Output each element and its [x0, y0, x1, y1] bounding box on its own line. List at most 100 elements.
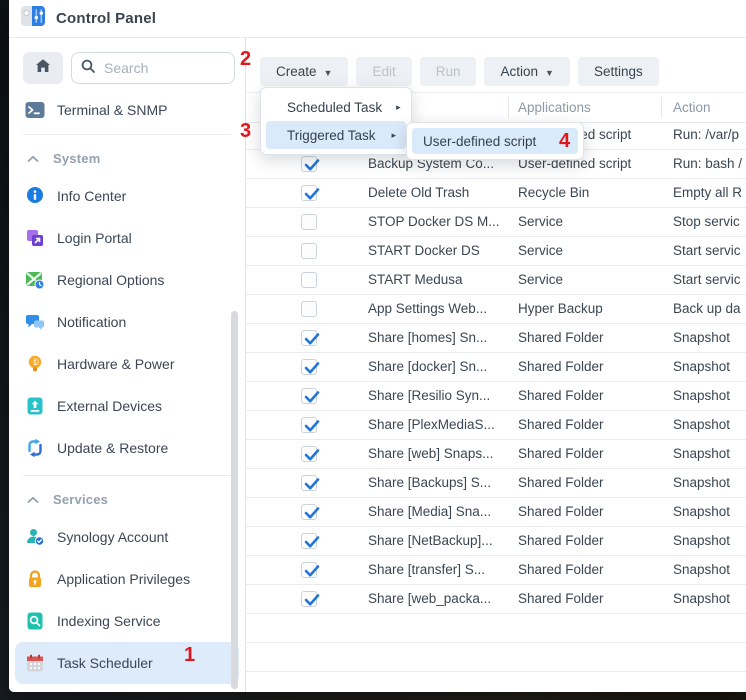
- sidebar-item-hardware-power[interactable]: 1Hardware & Power: [15, 343, 239, 385]
- table-row[interactable]: App Settings Web...Hyper BackupBack up d…: [246, 295, 746, 324]
- task-name-cell: Share [Resilio Syn...: [368, 382, 490, 410]
- task-enabled-checkbox[interactable]: [301, 272, 317, 288]
- task-name-cell: Share [web_packa...: [368, 585, 491, 613]
- annotation-number-2: 2: [240, 48, 251, 71]
- chevron-up-icon: [27, 492, 41, 507]
- button-label: Run: [436, 64, 461, 79]
- task-enabled-checkbox[interactable]: [301, 533, 317, 549]
- task-action-cell: Snapshot: [673, 498, 730, 526]
- search-icon: [80, 58, 96, 79]
- sidebar-item-external-devices[interactable]: External Devices: [15, 385, 239, 427]
- home-button[interactable]: [23, 52, 63, 84]
- sidebar-item-label: Synology Account: [57, 529, 168, 545]
- task-application-cell: Shared Folder: [518, 498, 604, 526]
- sidebar-item-login-portal[interactable]: Login Portal: [15, 217, 239, 259]
- sidebar-item-label: Task Scheduler: [57, 655, 153, 671]
- table-row[interactable]: Share [transfer] S...Shared FolderSnapsh…: [246, 556, 746, 585]
- annotation-number-1: 1: [184, 644, 195, 667]
- annotation-number-3: 3: [240, 120, 251, 143]
- table-row[interactable]: Share [web_packa...Shared FolderSnapshot: [246, 585, 746, 614]
- task-action-cell: Snapshot: [673, 382, 730, 410]
- task-action-cell: Stop servic: [673, 208, 740, 236]
- window-header: Control Panel: [9, 0, 746, 38]
- task-enabled-checkbox[interactable]: [301, 185, 317, 201]
- task-action-cell: Snapshot: [673, 556, 730, 584]
- sidebar-item-info-center[interactable]: Info Center: [15, 175, 239, 217]
- task-application-cell: Shared Folder: [518, 556, 604, 584]
- sidebar-scrollbar[interactable]: [231, 311, 238, 689]
- task-action-cell: Snapshot: [673, 527, 730, 555]
- table-row[interactable]: Share [homes] Sn...Shared FolderSnapshot: [246, 324, 746, 353]
- menu-item-triggered-task[interactable]: Triggered Task▸: [266, 121, 406, 149]
- task-enabled-checkbox[interactable]: [301, 562, 317, 578]
- sidebar-item-update-restore[interactable]: Update & Restore: [15, 427, 239, 469]
- task-application-cell: Shared Folder: [518, 527, 604, 555]
- table-row[interactable]: STOP Docker DS M...ServiceStop servic: [246, 208, 746, 237]
- task-action-cell: Snapshot: [673, 469, 730, 497]
- sidebar-item-terminal-snmp[interactable]: Terminal & SNMP: [15, 92, 239, 128]
- search-input[interactable]: [102, 59, 226, 77]
- action-button[interactable]: Action▼: [484, 57, 569, 86]
- sidebar-section-services[interactable]: Services: [15, 482, 239, 516]
- task-enabled-checkbox[interactable]: [301, 156, 317, 172]
- sidebar-section-system[interactable]: System: [15, 141, 239, 175]
- table-row[interactable]: Share [Resilio Syn...Shared FolderSnapsh…: [246, 382, 746, 411]
- table-row[interactable]: Delete Old TrashRecycle BinEmpty all R: [246, 179, 746, 208]
- task-enabled-checkbox[interactable]: [301, 388, 317, 404]
- task-enabled-checkbox[interactable]: [301, 301, 317, 317]
- sidebar-item-application-privileges[interactable]: Application Privileges: [15, 558, 239, 600]
- task-application-cell: Service: [518, 266, 563, 294]
- menu-item-label: Scheduled Task: [287, 100, 382, 115]
- menu-item-user-defined-script[interactable]: User-defined script: [412, 128, 578, 154]
- external-drive-icon: [25, 396, 45, 416]
- sidebar-item-indexing-service[interactable]: Indexing Service: [15, 600, 239, 642]
- sidebar-item-notification[interactable]: Notification: [15, 301, 239, 343]
- table-row[interactable]: START MedusaServiceStart servic: [246, 266, 746, 295]
- column-header-applications[interactable]: Applications: [518, 93, 591, 122]
- task-enabled-checkbox[interactable]: [301, 330, 317, 346]
- task-enabled-checkbox[interactable]: [301, 591, 317, 607]
- task-scheduler-pane: Create▼ Edit Run Action▼ Settings Applicatio…: [246, 38, 746, 692]
- menu-item-scheduled-task[interactable]: Scheduled Task▸: [266, 93, 406, 121]
- task-enabled-checkbox[interactable]: [301, 359, 317, 375]
- table-row[interactable]: Share [web] Snaps...Shared FolderSnapsho…: [246, 440, 746, 469]
- sync-arrows-icon: [25, 438, 45, 458]
- sidebar-item-synology-account[interactable]: Synology Account: [15, 516, 239, 558]
- create-button[interactable]: Create▼: [260, 57, 348, 86]
- table-row[interactable]: Share [Media] Sna...Shared FolderSnapsho…: [246, 498, 746, 527]
- task-enabled-checkbox[interactable]: [301, 243, 317, 259]
- edit-button: Edit: [356, 57, 411, 86]
- task-enabled-checkbox[interactable]: [301, 446, 317, 462]
- task-name-cell: Delete Old Trash: [368, 179, 469, 207]
- table-row[interactable]: Share [Backups] S...Shared FolderSnapsho…: [246, 469, 746, 498]
- table-row[interactable]: Share [PlexMediaS...Shared FolderSnapsho…: [246, 411, 746, 440]
- task-application-cell: Service: [518, 237, 563, 265]
- table-row[interactable]: Share [docker] Sn...Shared FolderSnapsho…: [246, 353, 746, 382]
- task-enabled-checkbox[interactable]: [301, 504, 317, 520]
- menu-item-label: Triggered Task: [287, 128, 376, 143]
- task-action-cell: Run: /var/p: [673, 121, 739, 149]
- settings-button[interactable]: Settings: [578, 57, 659, 86]
- column-header-action[interactable]: Action: [673, 93, 711, 122]
- task-action-cell: Snapshot: [673, 324, 730, 352]
- sidebar-item-regional-options[interactable]: Regional Options: [15, 259, 239, 301]
- control-panel-icon: [20, 3, 46, 34]
- sidebar-item-label: Regional Options: [57, 272, 164, 288]
- task-enabled-checkbox[interactable]: [301, 417, 317, 433]
- sidebar-item-label: Notification: [57, 314, 126, 330]
- task-action-cell: Snapshot: [673, 353, 730, 381]
- task-application-cell: Hyper Backup: [518, 295, 603, 323]
- sidebar-item-task-scheduler[interactable]: Task Scheduler: [15, 642, 239, 684]
- column-separator: [508, 97, 509, 118]
- annotation-number-4: 4: [559, 130, 570, 153]
- task-enabled-checkbox[interactable]: [301, 214, 317, 230]
- task-enabled-checkbox[interactable]: [301, 475, 317, 491]
- task-application-cell: Shared Folder: [518, 353, 604, 381]
- triggered-task-submenu: User-defined script: [406, 122, 584, 160]
- table-row[interactable]: Share [NetBackup]...Shared FolderSnapsho…: [246, 527, 746, 556]
- task-action-cell: Start servic: [673, 266, 741, 294]
- sidebar-item-label: Update & Restore: [57, 440, 168, 456]
- task-application-cell: Shared Folder: [518, 469, 604, 497]
- table-row[interactable]: START Docker DSServiceStart servic: [246, 237, 746, 266]
- task-action-cell: Snapshot: [673, 585, 730, 613]
